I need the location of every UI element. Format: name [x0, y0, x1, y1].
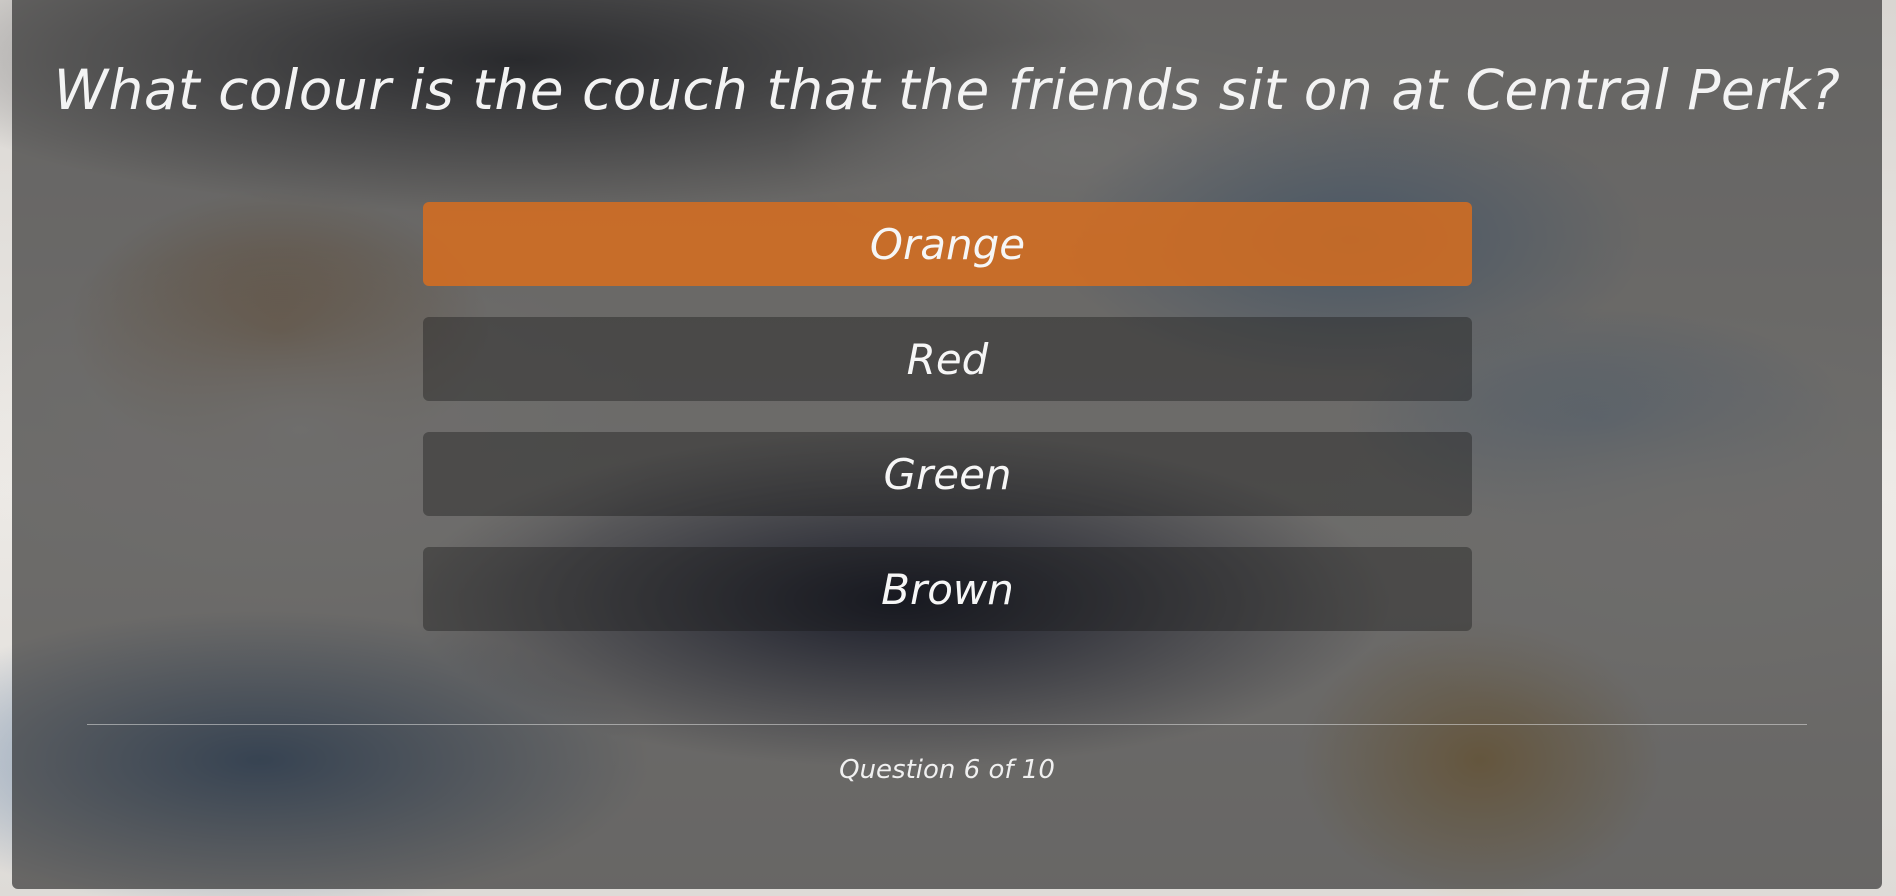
answer-list: Orange Red Green Brown [423, 202, 1472, 662]
answer-option-red[interactable]: Red [423, 317, 1472, 401]
question-progress: Question 6 of 10 [839, 755, 1055, 785]
divider [87, 724, 1807, 725]
answer-option-green[interactable]: Green [423, 432, 1472, 516]
answer-option-orange[interactable]: Orange [423, 202, 1472, 286]
quiz-panel: What colour is the couch that the friend… [12, 0, 1882, 889]
question-text: What colour is the couch that the friend… [53, 58, 1841, 122]
answer-option-brown[interactable]: Brown [423, 547, 1472, 631]
